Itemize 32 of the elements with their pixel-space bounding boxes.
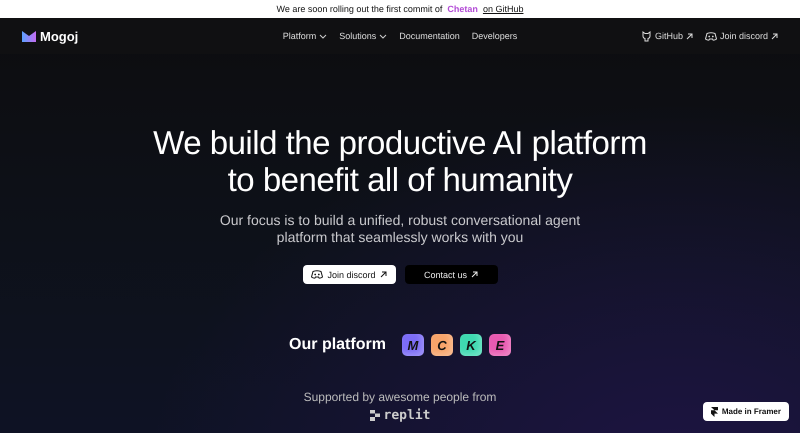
framer-icon (710, 406, 718, 416)
app-logo[interactable]: E (488, 334, 511, 356)
github-link[interactable]: on GitHub (482, 4, 524, 14)
nav-action-link[interactable]: Join discord (704, 30, 778, 42)
nav-link[interactable]: Solutions (339, 31, 388, 41)
discord-icon (311, 270, 324, 279)
nav-link[interactable]: Platform (282, 31, 328, 41)
banner-highlight: Chetan (447, 4, 478, 14)
nav-action-link[interactable]: GitHub (640, 30, 693, 42)
logo-icon (22, 30, 36, 42)
logo-text[interactable]: Mogoj (40, 28, 78, 44)
arrow-up-right-icon (771, 32, 778, 40)
arrow-up-right-icon (471, 271, 478, 278)
arrow-up-right-icon (686, 32, 693, 40)
app-logo[interactable]: M (402, 334, 424, 356)
nav-link[interactable]: Documentation (399, 31, 460, 41)
app-logo[interactable]: K (460, 334, 482, 356)
platform-title: Our platform (289, 336, 386, 354)
github-icon (640, 30, 652, 42)
hero-title: We build the productive AI platform to benefit all of humanity (153, 124, 647, 198)
contact-button[interactable]: Contact us (404, 265, 498, 284)
replit-logo-icon (370, 410, 380, 421)
supporters-title: Supported by awesome people from (304, 390, 496, 404)
supporter-name: replit (384, 408, 430, 423)
app-logo[interactable]: C (430, 334, 453, 356)
nav-link[interactable]: Developers (472, 31, 518, 41)
made-in-framer-badge[interactable]: Made in Framer (702, 402, 789, 421)
discord-icon (704, 32, 717, 40)
join-discord-button[interactable]: Join discord (302, 265, 396, 284)
arrow-up-right-icon (380, 271, 387, 278)
banner-text: We are soon rolling out the first commit of (276, 4, 442, 14)
hero-subtitle: Our focus is to build a unified, robust conversational agent platform that seamlessly works with you (220, 212, 580, 246)
